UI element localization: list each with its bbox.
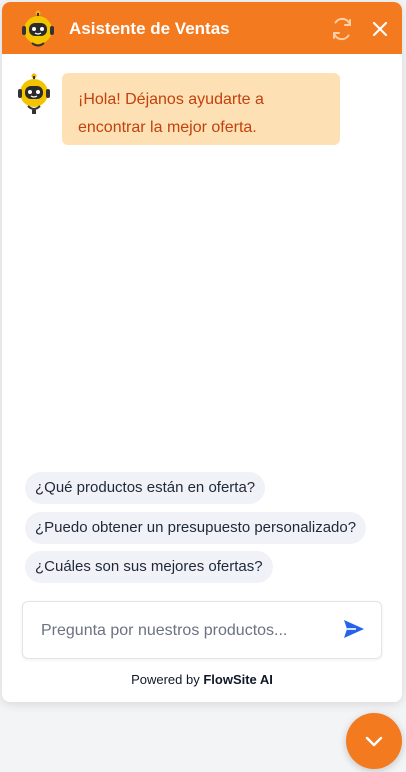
suggestion-chip[interactable]: ¿Puedo obtener un presupuesto personaliz… <box>25 512 367 544</box>
toggle-chat-button[interactable] <box>346 713 402 769</box>
suggestion-chip[interactable]: ¿Qué productos están en oferta? <box>25 472 266 504</box>
brand-name: FlowSite AI <box>203 672 273 687</box>
bot-avatar-icon <box>14 72 54 116</box>
robot-icon <box>18 9 58 49</box>
chat-title: Asistente de Ventas <box>69 19 230 38</box>
suggestion-chip[interactable]: ¿Cuáles son sus mejores ofertas? <box>25 551 273 583</box>
chat-header: Asistente de Ventas <box>2 2 402 54</box>
powered-by: Powered by FlowSite AI <box>2 672 402 687</box>
close-icon[interactable] <box>368 17 392 41</box>
send-icon[interactable] <box>343 619 367 641</box>
message-input[interactable] <box>39 602 333 660</box>
bot-message: ¡Hola! Déjanos ayudarte a encontrar la m… <box>62 73 340 145</box>
chat-widget: Asistente de Ventas ¡Hola! Déjanos ayuda… <box>2 2 402 702</box>
refresh-icon[interactable] <box>330 17 354 41</box>
chevron-down-icon <box>365 736 383 747</box>
message-composer <box>22 601 382 660</box>
powered-by-label: Powered by <box>131 672 200 687</box>
